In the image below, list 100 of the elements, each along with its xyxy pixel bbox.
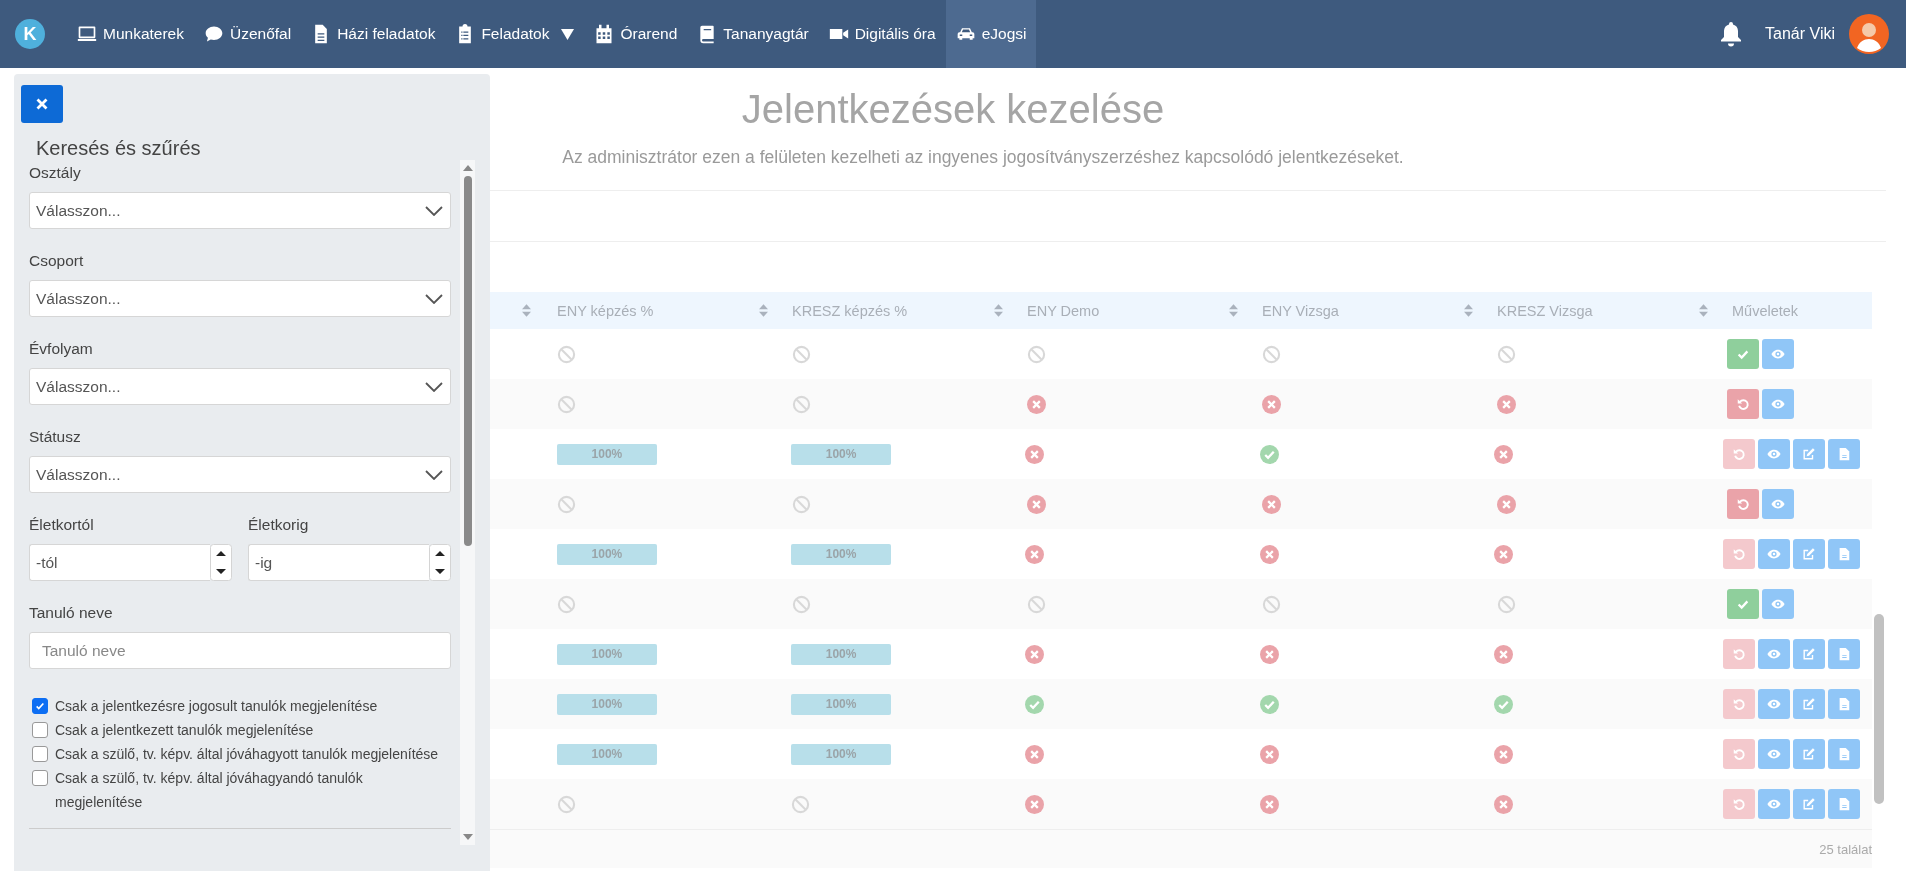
calendar-icon — [594, 24, 615, 44]
checkbox-label[interactable]: Csak a jelentkezett tanulók megjelenítése — [55, 718, 314, 742]
ban-icon — [792, 594, 811, 614]
edit-icon — [1802, 747, 1816, 761]
view-button[interactable] — [1762, 589, 1794, 619]
error-icon — [1497, 494, 1516, 514]
ban-icon — [557, 344, 576, 364]
edit-button[interactable] — [1793, 789, 1825, 819]
error-icon — [1259, 544, 1279, 564]
error-icon — [1493, 444, 1513, 464]
error-icon — [1493, 544, 1513, 564]
field-label: Tanuló neve — [29, 604, 114, 622]
sort-icon[interactable] — [759, 304, 768, 317]
eye-icon — [1767, 447, 1781, 461]
checkbox-label[interactable]: Csak a szülő, tv. képv. által jóváhagyott tanulók megjelenítése — [55, 742, 439, 766]
view-button[interactable] — [1762, 489, 1794, 519]
checkbox[interactable] — [32, 722, 48, 738]
column-header: KRESZ képzés % — [792, 302, 908, 319]
select-field[interactable]: Válasszon... — [29, 280, 451, 317]
success-icon — [1025, 694, 1045, 714]
view-button[interactable] — [1758, 689, 1790, 719]
ban-icon — [791, 794, 811, 814]
pdf-button[interactable] — [1828, 539, 1860, 569]
view-button[interactable] — [1758, 639, 1790, 669]
edit-button[interactable] — [1793, 539, 1825, 569]
avatar[interactable] — [1849, 14, 1889, 54]
pdf-button[interactable] — [1828, 739, 1860, 769]
nav-item[interactable]: Digitális óra — [818, 0, 946, 68]
select-field[interactable]: Válasszon... — [29, 368, 451, 405]
user-name[interactable]: Tanár Viki — [1765, 25, 1835, 43]
checkbox[interactable] — [32, 698, 48, 714]
sort-icon[interactable] — [1464, 304, 1473, 317]
checkbox-label[interactable]: Csak a jelentkezésre jogosult tanulók megjelenítése — [55, 694, 378, 718]
pdf-button[interactable] — [1828, 439, 1860, 469]
eye-icon — [1771, 347, 1785, 361]
text-field[interactable]: Tanuló neve — [29, 632, 451, 669]
error-icon — [1025, 744, 1045, 764]
close-button[interactable] — [21, 85, 63, 123]
ban-icon — [792, 394, 811, 414]
nav-item[interactable]: eJogsi — [945, 0, 1037, 68]
spinner-buttons[interactable] — [210, 544, 232, 581]
approve-button[interactable] — [1727, 339, 1759, 369]
nav-item[interactable]: Házi feladatok — [301, 0, 446, 68]
nav-item[interactable]: Munkaterek — [67, 0, 194, 68]
view-button[interactable] — [1758, 439, 1790, 469]
page-title: Jelentkezések kezelése — [741, 87, 1165, 132]
edit-button[interactable] — [1793, 639, 1825, 669]
scrollbar[interactable] — [460, 160, 475, 845]
checkbox-label[interactable]: Csak a szülő, tv. képv. által jóváhagyandó tanulók megjelenítése — [55, 766, 445, 814]
error-icon — [1259, 794, 1279, 814]
checkbox[interactable] — [32, 746, 48, 762]
field-label: Életkorig — [248, 516, 310, 534]
view-button[interactable] — [1758, 539, 1790, 569]
ban-icon — [1497, 344, 1516, 364]
spinner-buttons[interactable] — [429, 544, 451, 581]
approve-button[interactable] — [1727, 589, 1759, 619]
field-label: Életkortól — [29, 516, 95, 534]
close-icon — [36, 98, 48, 110]
pdf-button[interactable] — [1828, 639, 1860, 669]
ban-icon — [1497, 594, 1516, 614]
eye-icon — [1767, 797, 1781, 811]
pdf-button[interactable] — [1828, 689, 1860, 719]
undo-button[interactable] — [1727, 489, 1759, 519]
ban-icon — [556, 794, 576, 814]
edit-button[interactable] — [1793, 439, 1825, 469]
error-icon — [1497, 394, 1516, 414]
select-field[interactable]: Válasszon... — [29, 192, 451, 229]
nav-item[interactable]: Feladatok — [445, 0, 585, 68]
result-count: 25 találat — [1819, 841, 1872, 857]
select-field[interactable]: Válasszon... — [29, 456, 451, 493]
number-field[interactable]: -ig — [248, 544, 429, 581]
view-button[interactable] — [1762, 339, 1794, 369]
field-label: Osztály — [29, 164, 82, 182]
error-icon — [1493, 744, 1513, 764]
checkbox[interactable] — [32, 770, 48, 786]
view-button[interactable] — [1758, 739, 1790, 769]
progress-fill: 100% — [556, 443, 657, 465]
eye-icon — [1771, 597, 1785, 611]
file-icon — [1837, 647, 1851, 661]
panel-title: Keresés és szűrés — [36, 137, 202, 160]
bell-icon[interactable] — [1719, 21, 1744, 47]
error-icon — [1025, 444, 1045, 464]
pdf-button[interactable] — [1828, 789, 1860, 819]
ban-icon — [1262, 344, 1281, 364]
sort-icon[interactable] — [1699, 304, 1708, 317]
sort-icon[interactable] — [522, 304, 531, 317]
edit-button[interactable] — [1793, 739, 1825, 769]
sort-icon[interactable] — [1229, 304, 1238, 317]
view-button[interactable] — [1758, 789, 1790, 819]
edit-button[interactable] — [1793, 689, 1825, 719]
column-header: ENY Demo — [1027, 302, 1100, 319]
sort-icon[interactable] — [994, 304, 1003, 317]
view-button[interactable] — [1762, 389, 1794, 419]
nav-item[interactable]: Tananyagtár — [687, 0, 819, 68]
undo-icon — [1732, 547, 1746, 561]
number-field[interactable]: -tól — [29, 544, 210, 581]
progress-fill: 100% — [791, 543, 892, 565]
nav-item[interactable]: Órarend — [584, 0, 688, 68]
undo-button[interactable] — [1727, 389, 1759, 419]
nav-item[interactable]: Üzenőfal — [194, 0, 302, 68]
